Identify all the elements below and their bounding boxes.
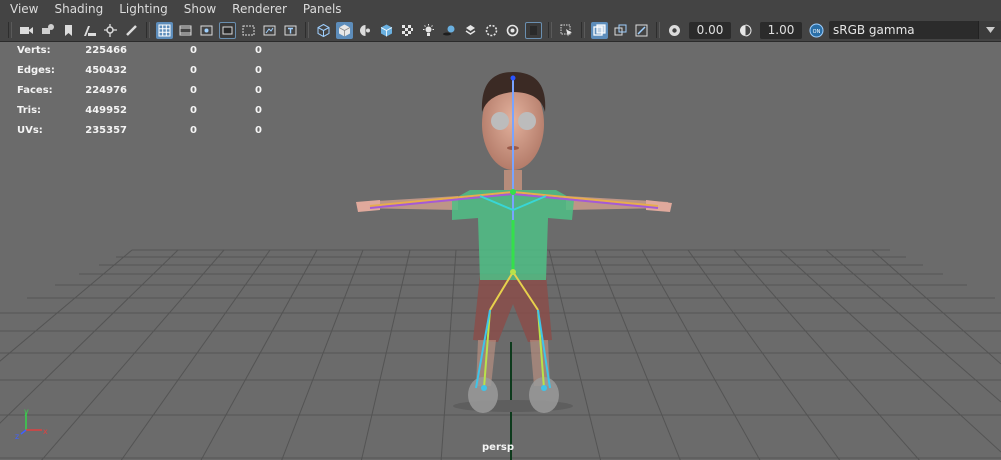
poly-count-hud: Verts: 225466 0 0 Edges: 450432 0 0 Face…	[17, 40, 262, 140]
character-left-shoe	[468, 377, 498, 413]
color-space-dropdown[interactable]: sRGB gamma	[829, 21, 1001, 39]
gamma-icon[interactable]	[737, 22, 754, 39]
hud-value: 0	[190, 124, 197, 136]
color-management-icon[interactable]: ON	[808, 22, 825, 39]
hud-label: Edges:	[17, 64, 55, 76]
shadows-icon[interactable]	[441, 22, 458, 39]
motion-blur-icon[interactable]	[483, 22, 500, 39]
bookmark-icon[interactable]	[60, 22, 77, 39]
hud-label: Tris:	[17, 104, 42, 116]
smooth-shade-icon[interactable]	[336, 21, 353, 39]
toolbar-separator	[146, 22, 150, 38]
hud-row-uvs: UVs: 235357 0 0	[17, 120, 262, 140]
menu-view[interactable]: View	[0, 0, 46, 19]
maya-viewport-panel: View Shading Lighting Show Renderer Pane…	[0, 0, 1001, 460]
hud-row-faces: Faces: 224976 0 0	[17, 80, 262, 100]
hud-value: 0	[190, 64, 197, 76]
toolbar-separator	[656, 22, 660, 38]
camera-name-label: persp	[482, 442, 514, 453]
menu-show[interactable]: Show	[176, 0, 224, 19]
character-left-eye	[491, 112, 509, 130]
hud-value: 0	[255, 124, 262, 136]
grid-icon[interactable]	[156, 21, 173, 39]
svg-text:ON: ON	[813, 29, 821, 35]
color-space-value: sRGB gamma	[833, 23, 915, 37]
wireframe-on-shaded-icon[interactable]	[378, 22, 395, 39]
two-d-pan-zoom-icon[interactable]	[102, 22, 119, 39]
hud-value: 449952	[85, 104, 127, 116]
hud-value: 0	[190, 104, 197, 116]
hud-label: UVs:	[17, 124, 43, 136]
hud-value: 0	[255, 84, 262, 96]
hud-value: 0	[255, 104, 262, 116]
hud-value: 0	[190, 84, 197, 96]
hud-value: 225466	[85, 44, 127, 56]
camera-attributes-icon[interactable]	[39, 22, 56, 39]
use-all-lights-icon[interactable]	[420, 22, 437, 39]
resolution-gate-icon[interactable]	[198, 22, 215, 39]
axis-z-label: z	[15, 432, 19, 440]
menu-lighting[interactable]: Lighting	[111, 0, 176, 19]
exposure-icon[interactable]	[666, 22, 683, 39]
panel-menu-bar: View Shading Lighting Show Renderer Pane…	[0, 0, 1001, 19]
character-right-eye	[518, 112, 536, 130]
use-default-material-icon[interactable]	[357, 22, 374, 39]
multisample-aa-icon[interactable]	[504, 22, 521, 39]
toolbar-separator	[305, 22, 309, 38]
screen-space-ao-icon[interactable]	[462, 22, 479, 39]
hud-value: 0	[255, 64, 262, 76]
field-chart-icon[interactable]	[240, 22, 257, 39]
hud-row-verts: Verts: 225466 0 0	[17, 40, 262, 60]
hud-row-tris: Tris: 449952 0 0	[17, 100, 262, 120]
isolate-select-icon[interactable]	[558, 22, 575, 39]
hud-value: 0	[255, 44, 262, 56]
hud-value: 450432	[85, 64, 127, 76]
film-gate-icon[interactable]	[177, 22, 194, 39]
menu-shading[interactable]: Shading	[46, 0, 111, 19]
toolbar-separator	[8, 22, 12, 38]
safe-action-icon[interactable]	[261, 22, 278, 39]
xray-active-components-icon[interactable]	[612, 22, 629, 39]
toolbar-separator	[581, 22, 585, 38]
hud-row-edges: Edges: 450432 0 0	[17, 60, 262, 80]
hud-value: 235357	[85, 124, 127, 136]
camera-icon[interactable]	[18, 22, 35, 39]
hud-value: 224976	[85, 84, 127, 96]
gate-mask-icon[interactable]	[219, 21, 236, 39]
xray-joints-icon[interactable]	[633, 22, 650, 39]
exposure-input[interactable]: 0.00	[689, 21, 731, 39]
textured-icon[interactable]	[399, 22, 416, 39]
safe-title-icon[interactable]	[282, 22, 299, 39]
gamma-input[interactable]: 1.00	[760, 21, 802, 39]
axis-y-label: y	[24, 407, 29, 416]
menu-renderer[interactable]: Renderer	[224, 0, 295, 19]
hud-value: 0	[190, 44, 197, 56]
xray-icon[interactable]	[591, 21, 608, 39]
menu-panels[interactable]: Panels	[295, 0, 350, 19]
axis-x-label: x	[43, 427, 48, 436]
character-skeleton	[369, 75, 659, 391]
depth-of-field-icon[interactable]	[525, 21, 542, 39]
3d-viewport[interactable]: Verts: 225466 0 0 Edges: 450432 0 0 Face…	[0, 42, 1001, 460]
toolbar-separator	[548, 22, 552, 38]
wireframe-icon[interactable]	[315, 22, 332, 39]
view-axis-gizmo: y x z	[15, 407, 48, 440]
grease-pencil-icon[interactable]	[123, 22, 140, 39]
chevron-down-icon[interactable]	[978, 21, 1001, 39]
hud-label: Verts:	[17, 44, 51, 56]
panel-toolbar: 0.00 1.00 ON sRGB gamma	[0, 19, 1001, 42]
hud-label: Faces:	[17, 84, 53, 96]
image-plane-icon[interactable]	[81, 22, 98, 39]
